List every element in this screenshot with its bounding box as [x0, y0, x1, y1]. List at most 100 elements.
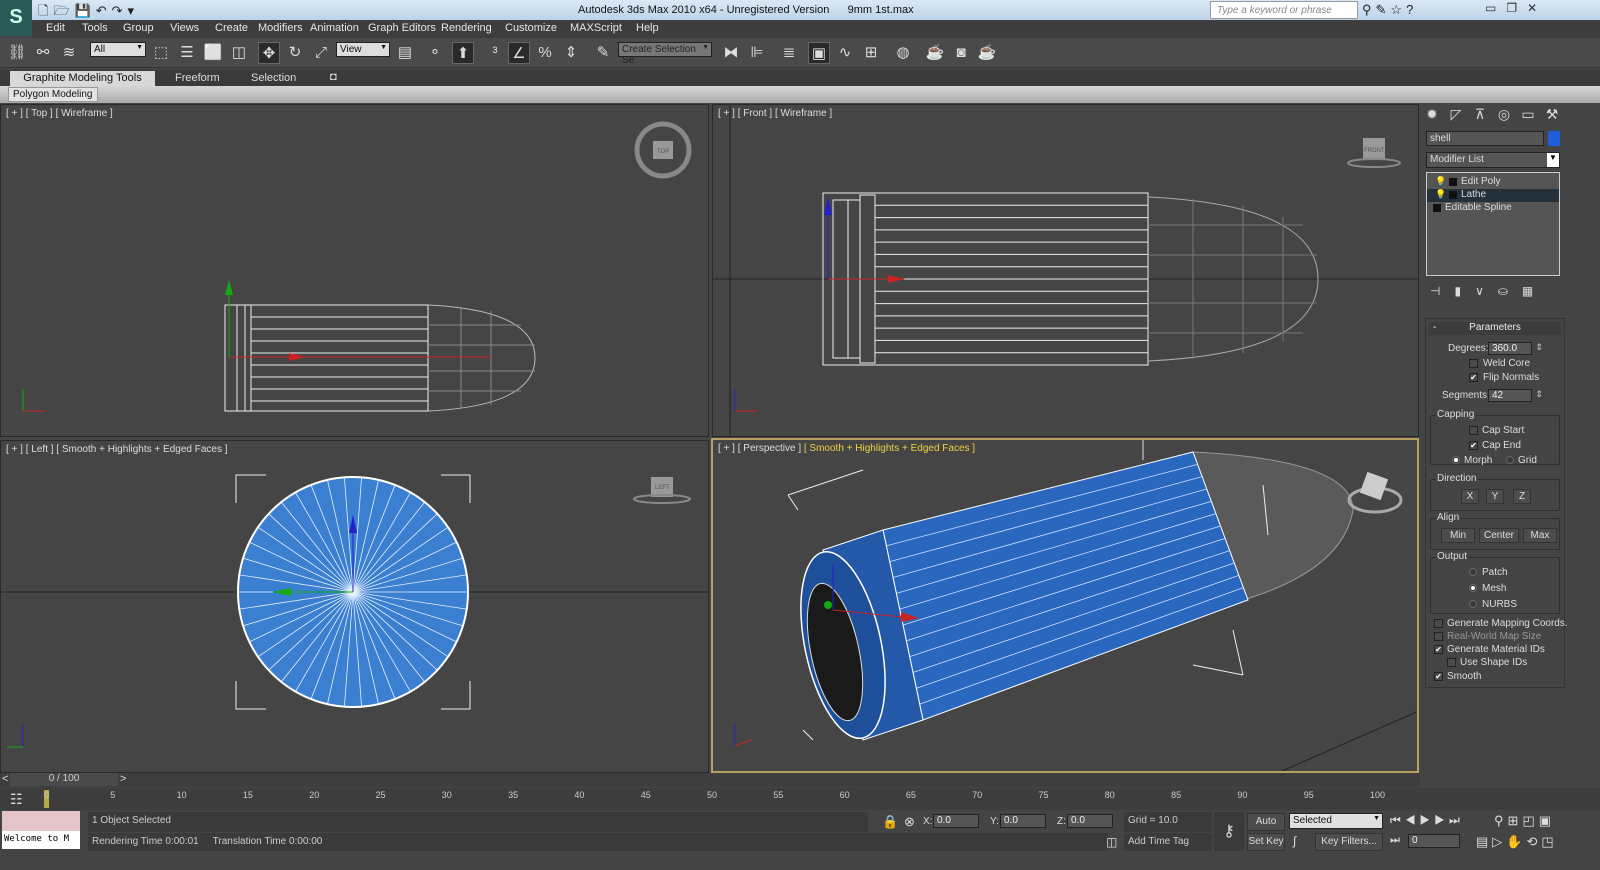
mini-curve-editor-icon[interactable]: ☷ — [10, 791, 23, 808]
x-coord-field[interactable]: 0.0 — [933, 814, 979, 828]
grid-radio[interactable] — [1506, 456, 1514, 464]
expand-icon[interactable] — [1449, 191, 1457, 199]
rollout-header[interactable]: - Parameters — [1429, 322, 1561, 335]
create-tab-icon[interactable]: ✹ — [1422, 106, 1442, 126]
zoom-all-icon[interactable]: ⊞ — [1508, 813, 1523, 828]
next-frame-icon[interactable]: > — [120, 773, 126, 785]
go-to-end-icon[interactable]: ⏭ — [1449, 813, 1464, 827]
display-tab-icon[interactable]: ▭ — [1518, 106, 1538, 126]
zoom-extents-all-icon[interactable]: ▣ — [1539, 813, 1555, 828]
maxscript-listener[interactable] — [2, 811, 80, 831]
unlink-icon[interactable]: ⚯ — [32, 42, 54, 64]
align-icon[interactable]: ⊫ — [746, 42, 768, 64]
track-bar[interactable]: ☷ 0 5 10 15 20 25 30 35 40 45 50 55 60 65 70 75 80 85 90 95… — [0, 788, 1600, 810]
align-max-button[interactable]: Max — [1523, 528, 1557, 543]
smooth-checkbox[interactable]: ✔ — [1434, 672, 1443, 681]
zoom-icon[interactable]: ⚲ — [1494, 813, 1508, 828]
expand-icon[interactable] — [1449, 178, 1457, 186]
viewport-front[interactable]: [ + ] [ Front ] [ Wireframe ] FRONT — [712, 104, 1419, 437]
direction-x-button[interactable]: X — [1461, 489, 1479, 504]
object-name-field[interactable]: shell — [1426, 131, 1544, 146]
key-mode-dropdown[interactable]: Selected — [1289, 813, 1383, 829]
orbit-icon[interactable]: ⟲ — [1526, 834, 1541, 849]
menu-customize[interactable]: Customize — [505, 22, 557, 34]
align-center-button[interactable]: Center — [1479, 528, 1519, 543]
segments-spinner[interactable]: 42 — [1488, 389, 1543, 402]
maximize-viewport-icon[interactable]: ◳ — [1541, 834, 1557, 849]
direction-y-button[interactable]: Y — [1486, 489, 1504, 504]
menu-modifiers[interactable]: Modifiers — [258, 22, 303, 34]
rect-selection-icon[interactable]: ⬜ — [202, 42, 224, 64]
help-icons[interactable]: ⚲✎☆? — [1362, 2, 1417, 18]
menu-animation[interactable]: Animation — [310, 22, 359, 34]
show-end-result-icon[interactable]: ▮ — [1454, 284, 1475, 298]
layer-manager-icon[interactable]: ≣ — [778, 42, 800, 64]
expand-icon[interactable] — [1433, 204, 1441, 212]
menu-rendering[interactable]: Rendering — [441, 22, 492, 34]
make-unique-icon[interactable]: ∨ — [1475, 284, 1498, 298]
stack-item-editable-spline[interactable]: Editable Spline — [1427, 202, 1559, 215]
tab-freeform[interactable]: Freeform — [167, 71, 228, 86]
motion-tab-icon[interactable]: ◎ — [1494, 106, 1514, 126]
window-crossing-icon[interactable]: ◫ — [228, 42, 250, 64]
polygon-modeling-panel[interactable]: Polygon Modeling — [8, 87, 98, 102]
menu-help[interactable]: Help — [636, 22, 659, 34]
degrees-spinner[interactable]: 360.0 — [1488, 342, 1543, 355]
menu-edit[interactable]: Edit — [46, 22, 65, 34]
select-object-icon[interactable]: ⬚ — [150, 42, 172, 64]
link-icon[interactable]: ⛓ — [6, 42, 28, 64]
manipulate-icon[interactable]: ⚬ — [424, 42, 446, 64]
stack-item-edit-poly[interactable]: 💡 Edit Poly — [1427, 176, 1559, 189]
lightbulb-icon[interactable]: 💡 — [1435, 176, 1446, 187]
schematic-view-icon[interactable]: ⊞ — [860, 42, 882, 64]
play-icon[interactable]: ▶ — [1420, 813, 1435, 827]
key-filters-button[interactable]: Key Filters... — [1315, 833, 1383, 851]
object-color-swatch[interactable] — [1548, 131, 1560, 146]
render-icon[interactable]: ☕ — [976, 42, 998, 64]
ribbon-toggle-icon[interactable]: ◘ — [322, 70, 345, 85]
viewport-left[interactable]: [ + ] [ Left ] [ Smooth + Highlights + E… — [0, 440, 709, 773]
auto-key-button[interactable]: Auto Key — [1247, 813, 1285, 843]
snap-toggle-icon[interactable]: ³ — [484, 42, 506, 64]
add-time-tag[interactable]: Add Time Tag — [1124, 833, 1212, 851]
pivot-center-icon[interactable]: ▤ — [394, 42, 416, 64]
flip-normals-checkbox[interactable]: ✔ — [1469, 373, 1478, 382]
reference-coord-dropdown[interactable]: View — [336, 42, 390, 57]
mesh-radio[interactable] — [1469, 584, 1477, 592]
y-coord-field[interactable]: 0.0 — [1000, 814, 1046, 828]
rotate-icon[interactable]: ↻ — [284, 42, 306, 64]
remove-modifier-icon[interactable]: ⛀ — [1498, 284, 1522, 298]
app-logo-icon[interactable]: S — [0, 0, 32, 36]
set-key-button[interactable]: Set Key — [1247, 833, 1285, 851]
utilities-tab-icon[interactable]: ⚒ — [1542, 106, 1562, 126]
move-icon[interactable]: ✥ — [258, 42, 280, 64]
prev-key-icon[interactable]: ◀ — [1405, 813, 1420, 827]
time-tag-icon[interactable]: ◫ — [1106, 835, 1117, 849]
lightbulb-icon[interactable]: 💡 — [1435, 189, 1446, 200]
keyboard-shortcut-icon[interactable]: ⬆ — [452, 42, 474, 64]
align-min-button[interactable]: Min — [1441, 528, 1475, 543]
maxscript-mini-listener[interactable]: Welcome to M — [2, 831, 80, 849]
rendered-frame-icon[interactable]: ◙ — [950, 42, 972, 64]
time-config-icon[interactable]: ▤ — [1476, 834, 1492, 849]
use-shape-ids-checkbox[interactable] — [1447, 658, 1456, 667]
morph-radio[interactable] — [1452, 456, 1460, 464]
set-key-icon[interactable]: ⚷ — [1214, 812, 1244, 851]
zoom-extents-icon[interactable]: ◰ — [1522, 813, 1538, 828]
graphite-toggle-icon[interactable]: ▣ — [808, 42, 830, 64]
fov-icon[interactable]: ▷ — [1492, 834, 1506, 849]
selection-filter-dropdown[interactable]: All — [90, 42, 146, 57]
nurbs-radio[interactable] — [1469, 600, 1477, 608]
scale-icon[interactable]: ⤢ — [310, 42, 332, 64]
pin-stack-icon[interactable]: ⊣ — [1430, 284, 1454, 298]
close-icon[interactable]: ✕ — [1527, 1, 1547, 15]
angle-snap-icon[interactable]: ∠ — [508, 42, 530, 64]
direction-z-button[interactable]: Z — [1513, 489, 1531, 504]
next-key-icon[interactable]: ▶ — [1434, 813, 1449, 827]
stack-item-lathe[interactable]: 💡 Lathe — [1427, 189, 1559, 202]
bind-space-warp-icon[interactable]: ≋ — [58, 42, 80, 64]
viewport-top[interactable]: [ + ] [ Top ] [ Wireframe ] TOP — [0, 104, 709, 437]
cap-start-checkbox[interactable] — [1469, 426, 1478, 435]
weld-core-checkbox[interactable] — [1469, 359, 1478, 368]
named-selection-dropdown[interactable]: Create Selection Se — [618, 42, 712, 66]
